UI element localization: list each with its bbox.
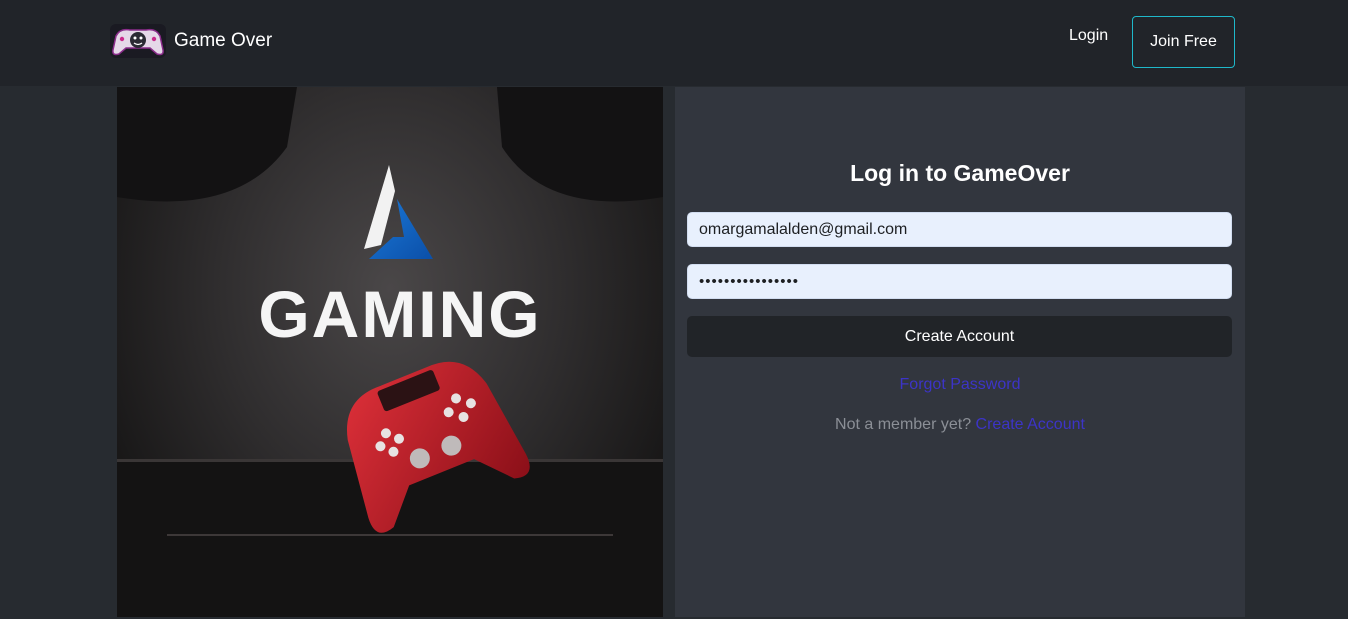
- signup-prompt: Not a member yet?: [835, 416, 972, 433]
- gaming-logo-icon: [364, 165, 433, 259]
- login-panel: Log in to GameOver omargamalalden@gmail.…: [675, 87, 1245, 617]
- create-account-link[interactable]: Create Account: [976, 416, 1085, 433]
- hero-image: GAMING: [117, 87, 663, 617]
- brand-name: Game Over: [174, 30, 273, 51]
- signup-line: Not a member yet? Create Account: [675, 416, 1245, 434]
- forgot-password-link[interactable]: Forgot Password: [675, 376, 1245, 394]
- hero-illustration: GAMING: [117, 87, 663, 617]
- submit-button[interactable]: Create Account: [687, 316, 1232, 357]
- join-free-button[interactable]: Join Free: [1132, 16, 1235, 68]
- password-field[interactable]: ••••••••••••••••: [687, 264, 1232, 299]
- nav-login-link[interactable]: Login: [1069, 27, 1108, 45]
- navbar: Game Over Login Join Free: [0, 0, 1348, 86]
- gaming-logo-text: GAMING: [258, 277, 541, 351]
- login-title: Log in to GameOver: [850, 160, 1070, 186]
- brand-link[interactable]: Game Over: [110, 24, 272, 58]
- gamepad-logo-icon: [110, 24, 166, 58]
- email-field[interactable]: omargamalalden@gmail.com: [687, 212, 1232, 247]
